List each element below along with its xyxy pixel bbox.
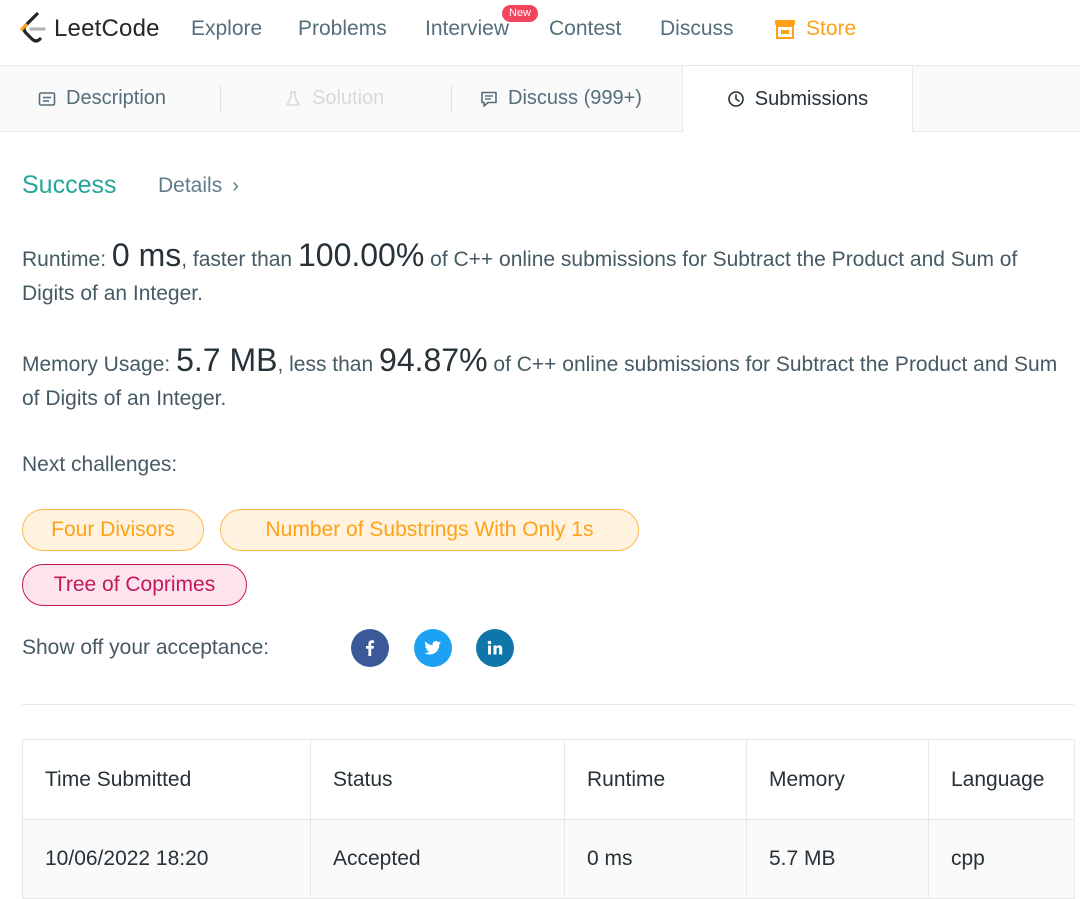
chevron-right-icon: ›: [232, 175, 239, 197]
column-header-time[interactable]: Time Submitted: [22, 739, 311, 820]
section-divider: [22, 704, 1074, 705]
tab-solution-label: Solution: [312, 87, 385, 109]
details-link[interactable]: Details ›: [158, 174, 239, 198]
linkedin-share-button[interactable]: [476, 629, 514, 667]
table-header-row: Time Submitted Status Runtime Memory Lan…: [22, 739, 1075, 820]
cell-status-link[interactable]: Accepted: [310, 819, 565, 899]
cell-time-submitted: 10/06/2022 18:20: [22, 819, 311, 899]
leetcode-logo-icon: [20, 12, 46, 43]
tab-submissions[interactable]: Submissions: [682, 66, 913, 132]
runtime-percent: 100.00%: [297, 237, 425, 273]
new-badge: New: [502, 5, 539, 22]
tab-separator: [451, 86, 452, 112]
column-header-runtime[interactable]: Runtime: [564, 739, 747, 820]
tab-discuss[interactable]: Discuss (999+): [480, 66, 642, 131]
memory-summary: Memory Usage: 5.7 MB, less than 94.87% o…: [22, 343, 1067, 416]
tab-description[interactable]: Description: [38, 66, 166, 131]
twitter-share-button[interactable]: [414, 629, 452, 667]
runtime-label: Runtime:: [22, 248, 107, 271]
memory-label: Memory Usage:: [22, 353, 171, 376]
runtime-mid-text: , faster than: [181, 248, 293, 271]
column-header-memory[interactable]: Memory: [746, 739, 929, 820]
challenge-chip-hard[interactable]: Tree of Coprimes: [22, 564, 247, 606]
column-header-language[interactable]: Language: [928, 739, 1075, 820]
details-label: Details: [158, 174, 223, 197]
runtime-value: 0 ms: [111, 237, 182, 273]
nav-interview[interactable]: Interview: [425, 17, 509, 41]
memory-percent: 94.87%: [379, 342, 488, 378]
facebook-share-button[interactable]: [351, 629, 389, 667]
store-icon: [775, 20, 795, 39]
logo-text: LeetCode: [54, 15, 160, 42]
description-icon: [38, 91, 56, 106]
tab-submissions-label: Submissions: [754, 87, 869, 110]
memory-value: 5.7 MB: [176, 342, 278, 378]
twitter-icon: [424, 641, 441, 655]
nav-contest[interactable]: Contest: [549, 17, 621, 41]
tab-separator: [220, 86, 221, 112]
nav-store[interactable]: Store: [774, 17, 856, 41]
comment-icon: [481, 91, 497, 107]
tab-solution: Solution: [284, 66, 384, 131]
challenge-chip-medium[interactable]: Number of Substrings With Only 1s: [220, 509, 639, 551]
submission-status: Success: [22, 171, 117, 199]
tab-discuss-label: Discuss (999+): [508, 87, 642, 109]
cell-memory: 5.7 MB: [746, 819, 929, 899]
memory-mid-text: , less than: [277, 353, 374, 376]
logo[interactable]: LeetCode: [20, 12, 160, 46]
cell-runtime: 0 ms: [564, 819, 747, 899]
clock-icon: [727, 91, 744, 107]
problem-tabs: Description Solution Discuss (999+) Subm…: [0, 66, 1080, 132]
facebook-icon: [366, 640, 375, 656]
table-row: 10/06/2022 18:20 Accepted 0 ms 5.7 MB cp…: [22, 819, 1075, 899]
column-header-status[interactable]: Status: [310, 739, 565, 820]
nav-store-label: Store: [806, 17, 857, 40]
linkedin-icon: [487, 640, 503, 655]
challenge-chip-medium[interactable]: Four Divisors: [22, 509, 204, 551]
next-challenges-label: Next challenges:: [22, 453, 178, 476]
cell-language: cpp: [928, 819, 1075, 899]
nav-discuss[interactable]: Discuss: [660, 17, 734, 41]
flask-icon: [286, 90, 300, 106]
top-navbar: LeetCode Explore Problems Interview New …: [0, 0, 1080, 66]
nav-problems[interactable]: Problems: [298, 17, 387, 41]
runtime-summary: Runtime: 0 ms, faster than 100.00% of C+…: [22, 238, 1067, 311]
nav-explore[interactable]: Explore: [191, 17, 262, 41]
submissions-table: Time Submitted Status Runtime Memory Lan…: [22, 739, 1075, 899]
tab-description-label: Description: [66, 87, 167, 109]
share-label: Show off your acceptance:: [22, 636, 270, 659]
